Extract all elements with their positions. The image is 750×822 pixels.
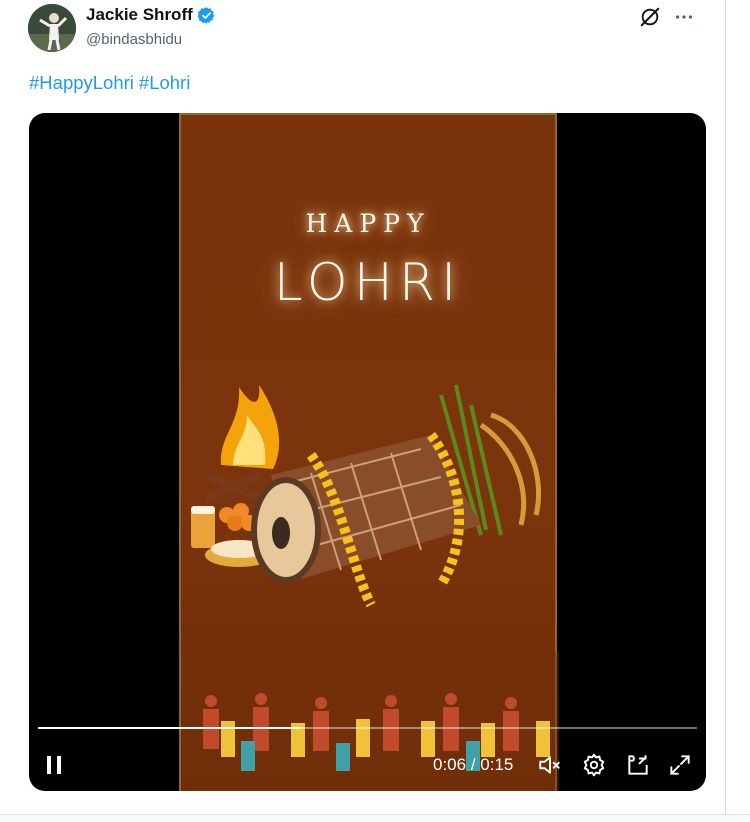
tweet-actions-top: [639, 6, 695, 28]
video-title-lohri: LOHRI: [273, 253, 463, 313]
fullscreen-icon[interactable]: [667, 752, 693, 778]
duration: 0:15: [480, 755, 514, 774]
time-separator: /: [470, 755, 476, 774]
more-icon[interactable]: [673, 6, 695, 28]
dhol-bonfire-illustration: [191, 384, 542, 608]
hashtag-link[interactable]: #Lohri: [139, 72, 190, 93]
tweet: Jackie Shroff @bindasbhidu #HappyLohri #L…: [0, 0, 726, 814]
hashtag-link[interactable]: #HappyLohri: [29, 72, 134, 93]
author-handle[interactable]: @bindasbhidu: [86, 31, 182, 48]
pause-icon[interactable]: [43, 753, 67, 777]
current-time: 0:06: [433, 755, 467, 774]
author-display-name[interactable]: Jackie Shroff: [86, 5, 193, 25]
tweet-divider: [0, 814, 750, 822]
video-player[interactable]: HAPPY LOHRI 0:06 / 0:15: [29, 113, 706, 791]
settings-gear-icon[interactable]: [581, 752, 607, 778]
grok-icon[interactable]: [639, 6, 661, 28]
picture-in-picture-icon[interactable]: [625, 752, 651, 778]
tweet-text: #HappyLohri #Lohri: [29, 72, 195, 94]
video-time: 0:06 / 0:15: [433, 755, 513, 775]
avatar[interactable]: [28, 4, 76, 52]
muted-speaker-icon[interactable]: [537, 752, 563, 778]
video-frame: HAPPY LOHRI: [179, 113, 559, 791]
author-name-row[interactable]: Jackie Shroff: [86, 5, 216, 25]
video-controls: 0:06 / 0:15: [29, 745, 706, 785]
verified-badge-icon: [197, 6, 216, 25]
video-title-happy: HAPPY: [305, 209, 431, 238]
video-progress-fill: [38, 727, 302, 729]
video-progress-bar[interactable]: [38, 727, 697, 729]
